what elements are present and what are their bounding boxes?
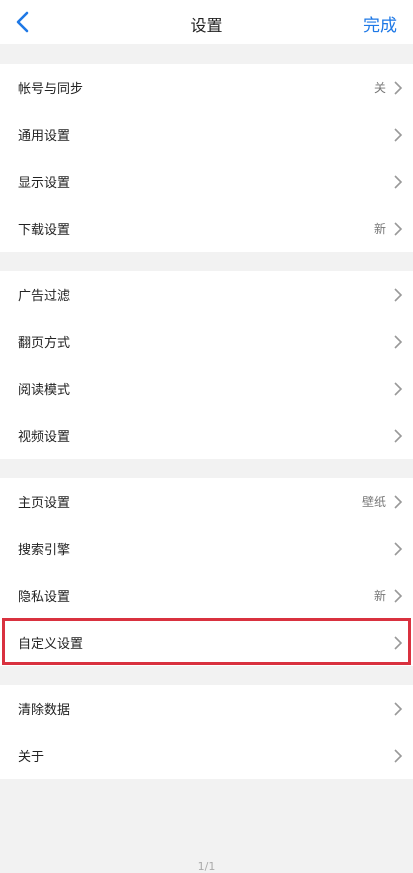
row-label: 搜索引擎: [18, 543, 71, 558]
row-about[interactable]: 关于: [0, 732, 413, 779]
row-label: 主页设置: [18, 496, 71, 511]
row-label: 清除数据: [18, 703, 71, 718]
done-button[interactable]: 完成: [363, 11, 397, 36]
row-value: 新: [373, 589, 386, 603]
row-label: 阅读模式: [18, 383, 71, 398]
chevron-right-icon: [394, 80, 403, 95]
chevron-right-icon: [394, 428, 403, 443]
row-label: 通用设置: [18, 129, 71, 144]
row-video-settings[interactable]: 视频设置: [0, 412, 413, 459]
chevron-right-icon: [394, 748, 403, 763]
row-custom-settings[interactable]: 自定义设置: [0, 619, 413, 666]
row-account-sync[interactable]: 帐号与同步 关: [0, 64, 413, 111]
row-display-settings[interactable]: 显示设置: [0, 158, 413, 205]
chevron-right-icon: [394, 381, 403, 396]
row-download-settings[interactable]: 下载设置 新: [0, 205, 413, 252]
settings-group-account: 帐号与同步 关 通用设置 显示设置 下载设置 新: [0, 64, 413, 252]
row-page-turn-mode[interactable]: 翻页方式: [0, 318, 413, 365]
chevron-right-icon: [394, 221, 403, 236]
chevron-right-icon: [394, 701, 403, 716]
row-label: 广告过滤: [18, 289, 71, 304]
settings-group-data: 清除数据 关于: [0, 685, 413, 779]
chevron-right-icon: [394, 635, 403, 650]
row-label: 视频设置: [18, 430, 71, 445]
page-indicator: 1/1: [197, 860, 216, 873]
row-label: 关于: [18, 750, 45, 765]
page-title: 设置: [190, 16, 223, 35]
chevron-right-icon: [394, 287, 403, 302]
row-ad-filter[interactable]: 广告过滤: [0, 271, 413, 318]
row-label: 显示设置: [18, 176, 71, 191]
chevron-right-icon: [394, 334, 403, 349]
row-label: 隐私设置: [18, 590, 71, 605]
row-clear-data[interactable]: 清除数据: [0, 685, 413, 732]
row-label: 自定义设置: [18, 637, 84, 652]
row-value: 关: [373, 81, 386, 95]
chevron-right-icon: [394, 494, 403, 509]
settings-group-home: 主页设置 壁纸 搜索引擎 隐私设置 新 自定义设置: [0, 478, 413, 666]
row-search-engine[interactable]: 搜索引擎: [0, 525, 413, 572]
row-reading-mode[interactable]: 阅读模式: [0, 365, 413, 412]
navigation-bar: 设置 完成: [0, 0, 413, 44]
chevron-right-icon: [394, 174, 403, 189]
row-homepage-settings[interactable]: 主页设置 壁纸: [0, 478, 413, 525]
row-value: 新: [373, 222, 386, 236]
row-privacy-settings[interactable]: 隐私设置 新: [0, 572, 413, 619]
row-value: 壁纸: [361, 495, 386, 509]
row-label: 帐号与同步: [18, 82, 84, 97]
chevron-right-icon: [394, 541, 403, 556]
chevron-right-icon: [394, 588, 403, 603]
row-label: 下载设置: [18, 223, 71, 238]
row-label: 翻页方式: [18, 336, 71, 351]
chevron-right-icon: [394, 127, 403, 142]
settings-group-browsing: 广告过滤 翻页方式 阅读模式 视频设置: [0, 271, 413, 459]
row-general-settings[interactable]: 通用设置: [0, 111, 413, 158]
